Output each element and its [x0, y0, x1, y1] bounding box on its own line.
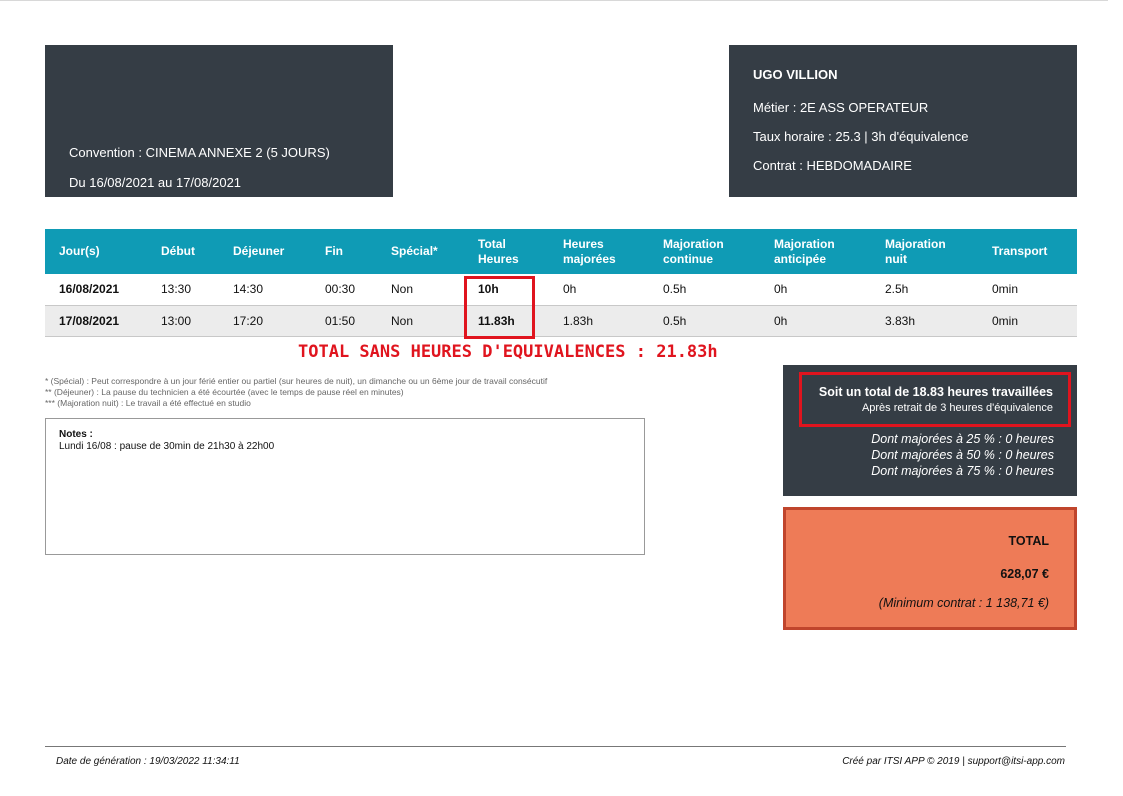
cell-debut: 13:30 — [161, 282, 192, 297]
notes-text: Lundi 16/08 : pause de 30min de 21h30 à … — [59, 441, 275, 452]
table-row: 16/08/2021 13:30 14:30 00:30 Non 10h 0h … — [45, 274, 1077, 305]
table-header-row: Jour(s) Début Déjeuner Fin Spécial* Tota… — [45, 229, 1077, 274]
cell-heures-majorees: 0h — [563, 282, 577, 297]
convention-label: Convention : CINEMA ANNEXE 2 (5 JOURS) — [69, 145, 330, 160]
cell-debut: 13:00 — [161, 313, 192, 328]
summary-total-hours: Soit un total de 18.83 heures travaillée… — [818, 385, 1053, 399]
total-label: TOTAL — [1008, 534, 1049, 548]
col-header-jours: Jour(s) — [59, 244, 100, 258]
total-sans-equivalences: TOTAL SANS HEURES D'EQUIVALENCES : 21.83… — [298, 342, 718, 362]
footnote-special: * (Spécial) : Peut correspondre à un jou… — [45, 376, 548, 386]
generation-date: Date de génération : 19/03/2022 11:34:11 — [56, 756, 240, 767]
cell-transport: 0min — [992, 282, 1019, 297]
employee-metier: Métier : 2E ASS OPERATEUR — [753, 100, 929, 115]
cell-majoration-nuit: 2.5h — [885, 282, 909, 297]
cell-jour: 16/08/2021 — [59, 282, 120, 297]
cell-majoration-continue: 0.5h — [663, 282, 687, 297]
footer-credits: Créé par ITSI APP © 2019 | support@itsi-… — [842, 756, 1065, 767]
cell-dejeuner: 17:20 — [233, 313, 264, 328]
notes-box: Notes : Lundi 16/08 : pause de 30min de … — [45, 418, 645, 555]
footer-divider — [45, 746, 1066, 747]
total-heures-highlight — [464, 276, 535, 339]
col-header-debut: Début — [161, 244, 195, 258]
cell-majoration-anticipee: 0h — [774, 282, 788, 297]
col-header-majoration-anticipee: Majoration anticipée — [774, 236, 835, 266]
summary-majoration-50: Dont majorées à 50 % : 0 heures — [871, 448, 1054, 462]
employee-contrat: Contrat : HEBDOMADAIRE — [753, 158, 912, 173]
col-header-fin: Fin — [325, 244, 343, 258]
table-row: 17/08/2021 13:00 17:20 01:50 Non 11.83h … — [45, 305, 1077, 336]
cell-dejeuner: 14:30 — [233, 282, 264, 297]
col-header-transport: Transport — [992, 244, 1048, 258]
col-header-special: Spécial* — [391, 244, 438, 258]
cell-special: Non — [391, 282, 414, 297]
summary-majoration-25: Dont majorées à 25 % : 0 heures — [871, 432, 1054, 446]
col-header-heures-majorees: Heures majorées — [563, 236, 616, 266]
summary-majoration-75: Dont majorées à 75 % : 0 heures — [871, 464, 1054, 478]
cell-majoration-nuit: 3.83h — [885, 313, 916, 328]
summary-equivalence-note: Après retrait de 3 heures d'équivalence — [861, 402, 1053, 414]
summary-highlight — [799, 372, 1071, 427]
convention-panel: Convention : CINEMA ANNEXE 2 (5 JOURS) D… — [45, 45, 393, 197]
total-panel: TOTAL 628,07 € (Minimum contrat : 1 138,… — [783, 507, 1077, 630]
cell-majoration-anticipee: 0h — [774, 313, 788, 328]
col-header-majoration-continue: Majoration continue — [663, 236, 724, 266]
col-header-dejeuner: Déjeuner — [233, 244, 285, 258]
cell-fin: 00:30 — [325, 282, 356, 297]
cell-jour: 17/08/2021 — [59, 313, 120, 328]
minimum-contract: (Minimum contrat : 1 138,71 €) — [878, 596, 1049, 610]
hours-table: Jour(s) Début Déjeuner Fin Spécial* Tota… — [45, 229, 1077, 337]
date-range: Du 16/08/2021 au 17/08/2021 — [69, 175, 242, 190]
total-amount: 628,07 € — [1000, 567, 1049, 581]
col-header-total-heures: Total Heures — [478, 236, 519, 266]
cell-fin: 01:50 — [325, 313, 356, 328]
employee-panel: UGO VILLION Métier : 2E ASS OPERATEUR Ta… — [729, 45, 1077, 197]
footnote-majoration-nuit: *** (Majoration nuit) : Le travail a été… — [45, 398, 251, 408]
page-top-edge — [0, 0, 1108, 3]
summary-panel: Soit un total de 18.83 heures travaillée… — [783, 365, 1077, 496]
cell-special: Non — [391, 313, 414, 328]
footnote-dejeuner: ** (Déjeuner) : La pause du technicien a… — [45, 387, 404, 397]
footnotes: * (Spécial) : Peut correspondre à un jou… — [45, 376, 547, 409]
hours-table-wrapper: Jour(s) Début Déjeuner Fin Spécial* Tota… — [45, 229, 1077, 337]
employee-name: UGO VILLION — [753, 67, 838, 82]
employee-taux: Taux horaire : 25.3 | 3h d'équivalence — [753, 129, 969, 144]
cell-transport: 0min — [992, 313, 1019, 328]
notes-title: Notes : — [59, 429, 93, 440]
col-header-majoration-nuit: Majoration nuit — [885, 236, 946, 266]
cell-heures-majorees: 1.83h — [563, 313, 594, 328]
cell-majoration-continue: 0.5h — [663, 313, 687, 328]
